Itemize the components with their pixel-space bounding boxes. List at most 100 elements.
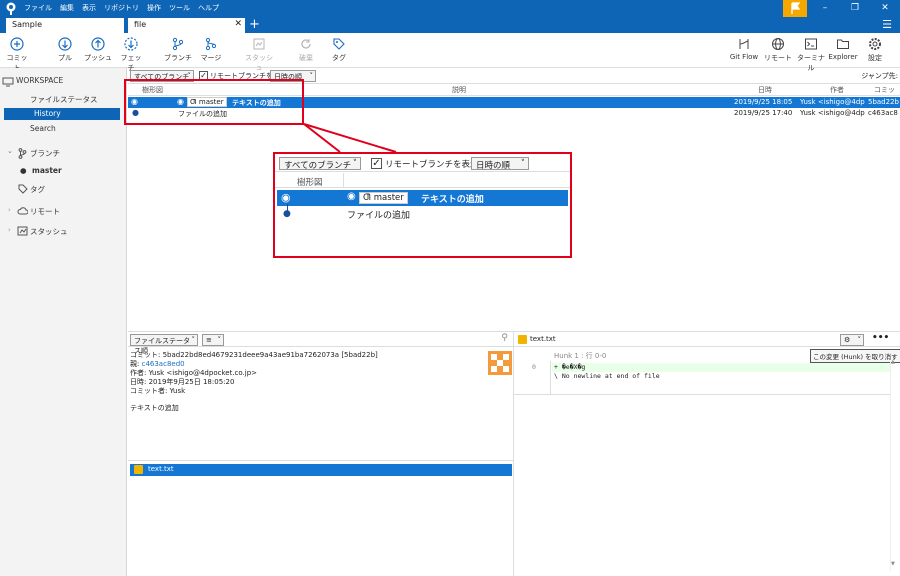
search-icon[interactable]: ⚲: [501, 333, 508, 343]
view-mode-dropdown[interactable]: ≡ ˅: [202, 334, 224, 346]
list-view-icon: ≡: [206, 336, 212, 344]
gear-icon: [869, 38, 881, 50]
tag-icon: [18, 184, 28, 194]
commit-date: 2019/9/25 17:40: [734, 109, 793, 117]
tag-button[interactable]: タグ: [328, 37, 350, 63]
parent-label: 親:: [130, 360, 140, 368]
menu-tools[interactable]: ツール: [169, 3, 190, 13]
diff-options-dropdown[interactable]: ⚙ ˅: [840, 334, 864, 346]
menu-actions[interactable]: 操作: [147, 3, 161, 13]
author-column-header[interactable]: 作者: [830, 85, 844, 95]
description-column-header[interactable]: 説明: [452, 85, 466, 95]
chevron-down-icon: ˅: [857, 336, 862, 344]
sidebar-stashes-header[interactable]: › スタッシュ: [0, 226, 126, 238]
close-icon[interactable]: ✕: [870, 0, 900, 17]
commit-message-body: テキストの追加: [130, 404, 179, 412]
flag-icon: [791, 2, 801, 14]
sidebar-item-search[interactable]: Search: [0, 124, 126, 136]
git-flow-button[interactable]: Git Flow: [728, 37, 760, 61]
menu-edit[interactable]: 編集: [60, 3, 74, 13]
tag-label: タグ: [332, 54, 346, 62]
settings-button[interactable]: 設定: [864, 37, 886, 63]
chevron-right-icon: ›: [8, 226, 11, 234]
workspace-label: WORKSPACE: [16, 76, 64, 85]
avatar: [488, 351, 512, 375]
menu-help[interactable]: ヘルプ: [198, 3, 219, 13]
menu-repository[interactable]: リポジトリ: [104, 3, 139, 13]
more-options-icon[interactable]: •••: [872, 333, 889, 343]
menu-file[interactable]: ファイル: [24, 3, 52, 13]
push-button[interactable]: プッシュ: [84, 37, 112, 63]
scrollbar[interactable]: ▲ ▼: [890, 359, 898, 571]
discard-icon: [301, 39, 311, 49]
pane-divider: [128, 460, 514, 461]
restore-icon[interactable]: ❐: [840, 0, 870, 17]
zoom-commit-message: ファイルの追加: [347, 211, 411, 221]
tab-file[interactable]: file ✕: [128, 18, 245, 33]
menu-bar: ファイル 編集 表示 リポジトリ 操作 ツール ヘルプ: [24, 3, 219, 13]
sidebar-remotes-header[interactable]: › リモート: [0, 206, 126, 218]
branch-label: ブランチ: [164, 54, 192, 62]
zoom-order-value: 日時の順: [476, 161, 511, 171]
gear-icon: ⚙: [844, 336, 851, 344]
remote-button[interactable]: リモート: [764, 37, 792, 63]
line-number: 0: [532, 363, 536, 371]
modified-file-icon: [518, 335, 527, 344]
minimize-icon[interactable]: –: [810, 0, 840, 17]
scroll-down-icon[interactable]: ▼: [891, 561, 895, 567]
stashes-label: スタッシュ: [30, 227, 68, 236]
discard-button[interactable]: 破棄: [294, 37, 318, 63]
chevron-down-icon: ˅: [309, 72, 314, 80]
changed-file-name: text.txt: [148, 465, 174, 473]
tab-bar: Sample file ✕ + ☰: [0, 17, 900, 33]
menu-view[interactable]: 表示: [82, 3, 96, 13]
sidebar-branches-header[interactable]: ⌄ ブランチ: [0, 147, 126, 160]
hunk-label: Hunk 1 : 行 0-0: [554, 352, 607, 360]
file-sort-dropdown[interactable]: ファイルステータス順 ˅: [130, 334, 198, 355]
push-label: プッシュ: [84, 54, 112, 62]
sidebar-item-master[interactable]: ● master: [0, 166, 126, 178]
tab-sample[interactable]: Sample: [6, 18, 124, 33]
sidebar-item-file-status[interactable]: ファイルステータス: [0, 94, 126, 106]
changed-file-row[interactable]: text.txt: [130, 464, 512, 476]
branches-label: ブランチ: [30, 149, 60, 158]
notification-flag-button[interactable]: [783, 0, 807, 17]
branch-icon: [18, 148, 27, 159]
remotes-label: リモート: [30, 207, 60, 216]
added-line: + �e�X�g: [554, 363, 586, 371]
parent-line: 親: c463ac8ed0: [130, 360, 378, 369]
terminal-icon: [805, 38, 817, 50]
merge-button[interactable]: マージ: [198, 37, 224, 63]
cloud-icon: [17, 207, 28, 215]
hamburger-menu-icon[interactable]: ☰: [882, 18, 892, 31]
title-bar: ファイル 編集 表示 リポジトリ 操作 ツール ヘルプ – ❐ ✕: [0, 0, 900, 17]
monitor-icon: [2, 77, 14, 87]
zoom-commit-row: ◉ ◉ Ƣ master テキストの追加: [277, 190, 568, 206]
commit-hash: c463ac8: [868, 109, 898, 117]
branch-badge-icon: Ƣ: [363, 193, 372, 203]
new-tab-button[interactable]: +: [249, 17, 260, 32]
scroll-up-icon[interactable]: ▲: [891, 359, 895, 365]
zoom-branch-badge: Ƣ master: [359, 192, 408, 204]
pull-button[interactable]: プル: [52, 37, 78, 63]
stash-icon: [17, 226, 28, 236]
tab-file-label: file: [134, 20, 147, 29]
sidebar-tags-header[interactable]: タグ: [0, 184, 126, 196]
fetch-icon: [124, 37, 138, 51]
chevron-down-icon: ˅: [191, 336, 196, 344]
zoom-show-remote-checkbox: ✓: [371, 158, 382, 169]
tags-label: タグ: [30, 185, 45, 194]
date-line: 日時: 2019年9月25日 18:05:20: [130, 378, 235, 386]
discard-label: 破棄: [299, 54, 313, 62]
chevron-down-icon: ⌄: [7, 147, 13, 155]
zoom-graph-column-header: 樹形図: [297, 178, 323, 188]
close-tab-icon[interactable]: ✕: [234, 19, 242, 29]
push-icon: [91, 37, 105, 51]
details-toolbar: ファイルステータス順 ˅ ≡ ˅ ⚲: [128, 331, 514, 355]
parent-link[interactable]: c463ac8ed0: [142, 360, 185, 368]
sidebar-item-history[interactable]: History: [4, 108, 120, 120]
chevron-right-icon: ›: [8, 206, 11, 214]
branch-button[interactable]: ブランチ: [164, 37, 192, 63]
date-column-header[interactable]: 日時: [758, 85, 772, 95]
explorer-button[interactable]: Explorer: [828, 37, 858, 61]
